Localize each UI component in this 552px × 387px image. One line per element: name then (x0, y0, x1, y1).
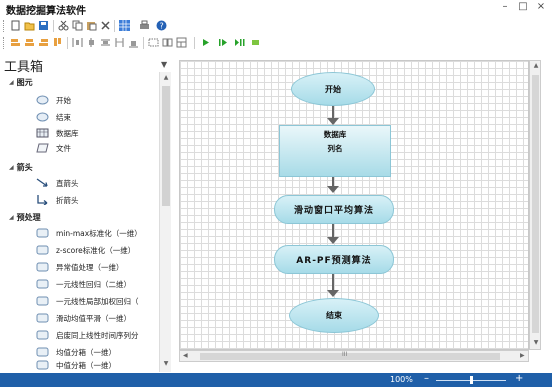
toolbar-separator (67, 37, 68, 49)
toolbar-grip[interactable] (3, 37, 5, 49)
distribute-v-icon[interactable] (86, 37, 97, 48)
scroll-left-icon[interactable]: ◀ (183, 352, 188, 359)
flow-node-database[interactable]: 数据库 列名 (279, 125, 391, 177)
collapse-icon: ◢ (9, 164, 14, 171)
process-icon (36, 228, 49, 238)
toolbar-grip[interactable] (3, 20, 5, 32)
stop-icon[interactable] (250, 37, 261, 48)
scrollbar-thumb[interactable] (532, 75, 539, 333)
zoom-in-button[interactable]: + (515, 373, 523, 384)
flow-node-end[interactable]: 结束 (289, 298, 379, 333)
toolbar-separator (143, 37, 144, 49)
process-icon (36, 296, 49, 306)
arrowhead-icon (327, 186, 339, 193)
layout-icon[interactable] (176, 37, 187, 48)
open-folder-icon[interactable] (24, 20, 35, 31)
same-size-icon[interactable] (128, 37, 139, 48)
maximize-button[interactable]: □ (516, 1, 530, 12)
toolbar-separator (194, 37, 195, 49)
align-top-icon[interactable] (52, 37, 63, 48)
scroll-right-icon[interactable]: ▶ (520, 352, 525, 359)
canvas-vertical-scrollbar[interactable]: ▲ ▼ (529, 60, 541, 350)
process-icon (36, 279, 49, 289)
elbow-arrow-icon (37, 195, 48, 205)
process-icon (36, 347, 49, 357)
ungroup-icon[interactable] (162, 37, 173, 48)
step-icon[interactable] (218, 37, 229, 48)
toolbox-dropdown-icon[interactable]: ▼ (161, 60, 167, 69)
align-center-icon[interactable] (24, 37, 35, 48)
scrollbar-grip: III (342, 351, 348, 358)
title-bar: 数据挖掘算法软件 – □ × (0, 0, 552, 17)
new-file-icon[interactable] (10, 20, 21, 31)
save-icon[interactable] (38, 20, 49, 31)
group-icon[interactable] (148, 37, 159, 48)
arrowhead-icon (327, 237, 339, 244)
file-icon (36, 143, 49, 153)
zoom-level: 100% (390, 375, 413, 384)
close-button[interactable]: × (534, 1, 548, 12)
ellipse-icon (36, 112, 49, 122)
main-toolbar: ? (0, 18, 552, 34)
paste-icon[interactable] (86, 20, 97, 31)
canvas-horizontal-scrollbar[interactable]: ◀ III ▶ (179, 350, 529, 362)
scroll-up-icon[interactable]: ▲ (530, 62, 542, 69)
copy-icon[interactable] (72, 20, 83, 31)
app-title: 数据挖掘算法软件 (6, 6, 86, 17)
process-icon (36, 262, 49, 272)
align-left-icon[interactable] (10, 37, 21, 48)
scrollbar-thumb[interactable] (162, 86, 170, 206)
distribute-h-icon[interactable] (72, 37, 83, 48)
status-bar: 100% – + (0, 373, 552, 387)
pause-icon[interactable] (234, 37, 245, 48)
same-width-icon[interactable] (100, 37, 111, 48)
toolbox-scrollbar[interactable]: ▲ ▼ (159, 72, 171, 372)
arrowhead-icon (327, 290, 339, 297)
layout-toolbar (0, 35, 552, 51)
collapse-icon: ◢ (9, 214, 14, 221)
zoom-out-button[interactable]: – (424, 373, 429, 384)
run-icon[interactable] (200, 37, 211, 48)
help-icon[interactable]: ? (156, 20, 167, 31)
align-right-icon[interactable] (38, 37, 49, 48)
process-icon (36, 330, 49, 340)
group-arrows[interactable]: ◢ 箭头 (9, 162, 33, 173)
toolbox-title: 工具箱 (4, 60, 44, 75)
toolbar-separator (53, 20, 54, 32)
flow-node-moving-window[interactable]: 滑动窗口平均算法 (274, 195, 394, 224)
zoom-slider-thumb[interactable] (470, 376, 473, 384)
svg-text:?: ? (160, 22, 164, 31)
process-icon (36, 360, 49, 370)
scroll-up-icon[interactable]: ▲ (160, 74, 172, 81)
cut-icon[interactable] (58, 20, 69, 31)
flow-node-start[interactable]: 开始 (291, 72, 375, 106)
straight-arrow-icon (36, 178, 48, 187)
ellipse-icon (36, 95, 49, 105)
process-icon (36, 313, 49, 323)
process-icon (36, 245, 49, 255)
scroll-down-icon[interactable]: ▼ (160, 360, 172, 367)
flow-node-ar-pf[interactable]: AR-PF预测算法 (274, 245, 394, 274)
arrowhead-icon (327, 118, 339, 125)
flow-arrow[interactable] (332, 106, 334, 118)
collapse-icon: ◢ (9, 79, 14, 86)
flow-arrow[interactable] (332, 274, 334, 291)
print-icon[interactable] (139, 20, 150, 31)
minimize-button[interactable]: – (498, 1, 512, 12)
group-preprocessing[interactable]: ◢ 预处理 (9, 212, 41, 223)
toolbar-separator (114, 20, 115, 32)
scroll-down-icon[interactable]: ▼ (530, 339, 542, 346)
group-primitives[interactable]: ◢ 图元 (9, 77, 33, 88)
same-height-icon[interactable] (114, 37, 125, 48)
grid-icon[interactable] (119, 20, 130, 31)
database-icon (36, 128, 49, 138)
delete-icon[interactable] (100, 20, 111, 31)
scrollbar-thumb[interactable]: III (200, 351, 500, 360)
